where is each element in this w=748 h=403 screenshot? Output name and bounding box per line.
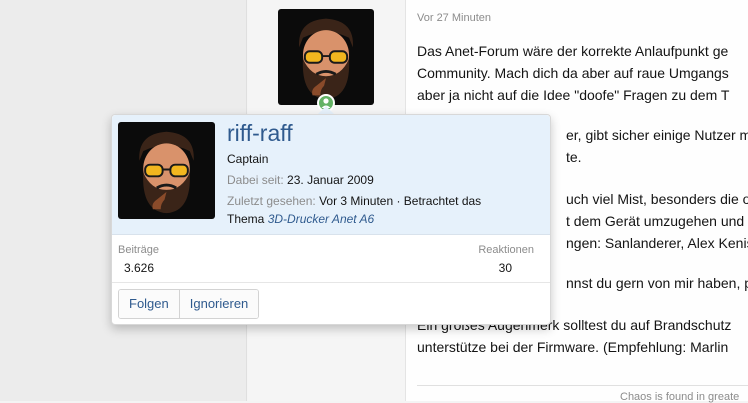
posts-count-label: Beiträge	[118, 244, 159, 256]
member-avatar[interactable]	[118, 122, 215, 219]
posts-count-value[interactable]: 3.626	[124, 261, 154, 275]
post-text-line: uch viel Mist, besonders die oft	[566, 191, 748, 207]
post-text-line: ngen: Sanlanderer, Alex Kenis, C	[566, 235, 748, 251]
thema-label: Thema	[227, 212, 265, 226]
joined-label: Dabei seit:	[227, 173, 284, 187]
last-seen-value: Vor 3 Minuten · Betrachtet das	[319, 194, 482, 208]
post-text-line: aber ja nicht auf die Idee "doofe" Frage…	[417, 87, 730, 103]
post-text-line: te.	[566, 149, 582, 165]
post-text-line: Das Anet-Forum wäre der korrekte Anlaufp…	[417, 43, 729, 59]
post-text-line: er, gibt sicher einige Nutzer mit	[566, 127, 748, 143]
thread-link[interactable]: 3D-Drucker Anet A6	[268, 212, 374, 226]
member-tooltip: riff-raff Captain Dabei seit: 23. Januar…	[111, 114, 551, 325]
member-user-title: Captain	[227, 152, 269, 166]
member-activity-thread: Thema 3D-Drucker Anet A6	[227, 210, 374, 229]
post-signature: Chaos is found in greate	[620, 391, 740, 403]
post-text-line: t dem Gerät umzugehen und die	[566, 213, 748, 229]
reactions-count-label: Reaktionen	[478, 244, 534, 256]
post-divider	[417, 385, 748, 386]
joined-value: 23. Januar 2009	[287, 173, 374, 187]
reactions-count-value: 30	[498, 261, 512, 275]
last-seen-label: Zuletzt gesehen:	[227, 194, 316, 208]
ignore-button[interactable]: Ignorieren	[178, 290, 259, 318]
post-text-line: Community. Mach dich da aber auf raue Um…	[417, 65, 729, 81]
post-text-line: unterstütze bei der Firmware. (Empfehlun…	[417, 339, 729, 355]
member-last-seen: Zuletzt gesehen: Vor 3 Minuten · Betrach…	[227, 192, 481, 211]
follow-button[interactable]: Folgen	[119, 290, 179, 318]
member-actions: Folgen Ignorieren	[118, 289, 260, 319]
member-joined: Dabei seit: 23. Januar 2009	[227, 171, 374, 190]
member-username[interactable]: riff-raff	[227, 120, 293, 147]
post-timestamp[interactable]: Vor 27 Minuten	[417, 12, 491, 24]
post-text-line: nnst du gern von mir haben, pe	[566, 275, 748, 291]
post-author-avatar[interactable]	[278, 9, 374, 105]
tooltip-divider	[112, 282, 550, 283]
